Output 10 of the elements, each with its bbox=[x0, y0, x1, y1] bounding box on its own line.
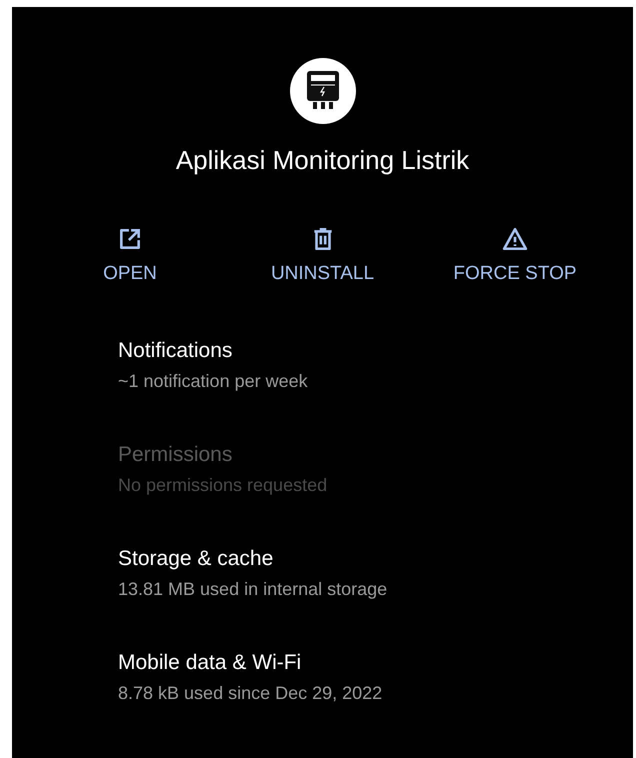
action-button[interactable]: FORCE STOP bbox=[435, 226, 595, 286]
settings-item[interactable]: Mobile data & Wi-Fi 8.78 kB used since Dec 29, 2022 bbox=[118, 650, 382, 704]
warning-icon bbox=[502, 226, 528, 252]
settings-item[interactable]: Storage & cache 13.81 MB used in internal storage bbox=[118, 546, 388, 600]
action-button[interactable]: UNINSTALL bbox=[242, 226, 402, 286]
electric-meter-icon bbox=[290, 58, 356, 124]
app-name: Aplikasi Monitoring Listrik bbox=[174, 144, 470, 176]
open-external-icon bbox=[117, 226, 143, 252]
settings-item[interactable]: Notifications ~1 notification per week bbox=[118, 338, 308, 392]
action-button[interactable]: OPEN bbox=[50, 226, 210, 286]
